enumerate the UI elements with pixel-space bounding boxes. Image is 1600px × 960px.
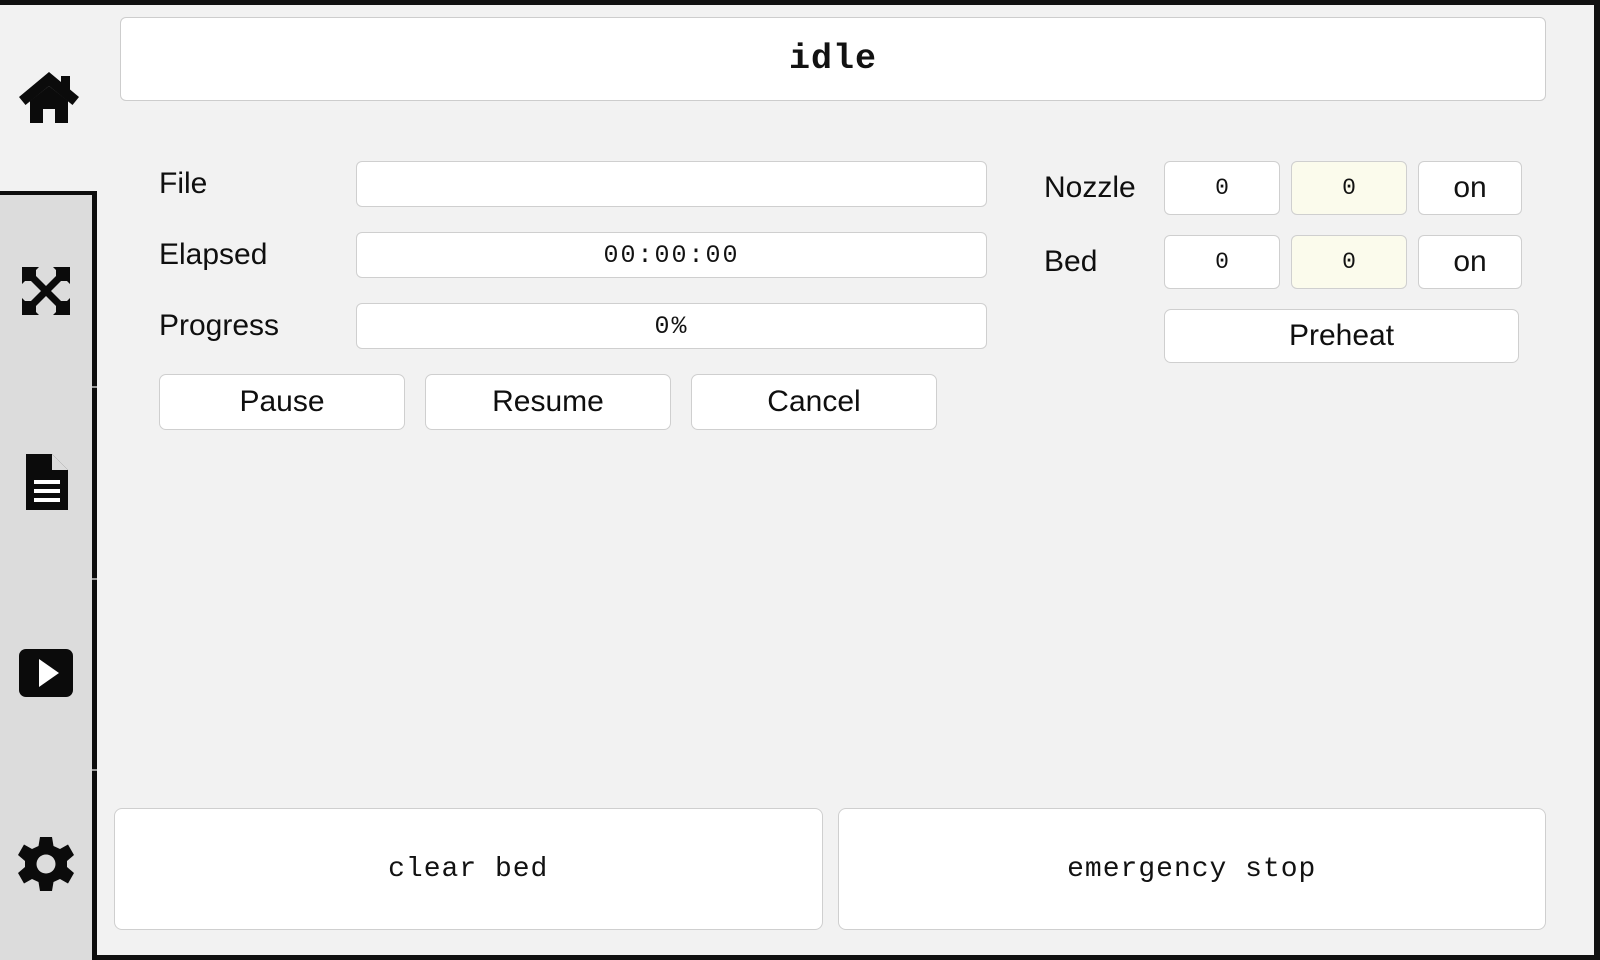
- elapsed-field: 00:00:00: [356, 232, 987, 278]
- sidebar-item-print[interactable]: [0, 577, 97, 769]
- bed-current-temp: 0: [1164, 235, 1280, 289]
- move-arrows-icon: [17, 262, 75, 320]
- sidebar-item-settings[interactable]: [0, 768, 97, 960]
- file-label: File: [159, 167, 208, 200]
- temperature-block: Nozzle 0 0 on Bed 0 0 on Preheat: [1044, 161, 1546, 363]
- clear-bed-button[interactable]: clear bed: [114, 808, 823, 930]
- bed-target-temp[interactable]: 0: [1291, 235, 1407, 289]
- job-control-buttons: Pause Resume Cancel: [159, 374, 987, 430]
- cancel-button[interactable]: Cancel: [691, 374, 937, 430]
- main-content: idle File Elapsed 00:00:00 Progress 0% P…: [97, 5, 1594, 955]
- file-field[interactable]: [356, 161, 987, 207]
- job-row-elapsed: Elapsed 00:00:00: [159, 232, 987, 278]
- sidebar-item-move[interactable]: [0, 195, 92, 386]
- nozzle-current-temp: 0: [1164, 161, 1280, 215]
- nozzle-heater-toggle[interactable]: on: [1418, 161, 1522, 215]
- job-row-progress: Progress 0%: [159, 303, 987, 349]
- status-bar: idle: [120, 17, 1546, 101]
- document-icon: [22, 452, 70, 512]
- nozzle-label: Nozzle: [1044, 171, 1136, 204]
- sidebar-lower-group: [0, 191, 97, 960]
- nozzle-target-temp[interactable]: 0: [1291, 161, 1407, 215]
- preheat-button[interactable]: Preheat: [1164, 309, 1519, 363]
- emergency-stop-button[interactable]: emergency stop: [837, 808, 1546, 930]
- temperature-row-nozzle: Nozzle 0 0 on: [1044, 161, 1546, 215]
- home-icon: [16, 68, 82, 128]
- sidebar-item-home[interactable]: [0, 5, 97, 191]
- temperature-row-bed: Bed 0 0 on: [1044, 235, 1546, 289]
- gear-icon: [17, 835, 75, 893]
- sidebar-nav: [0, 5, 97, 960]
- printer-control-window: idle File Elapsed 00:00:00 Progress 0% P…: [0, 0, 1600, 960]
- resume-button[interactable]: Resume: [425, 374, 671, 430]
- bed-heater-toggle[interactable]: on: [1418, 235, 1522, 289]
- sidebar-item-files[interactable]: [0, 386, 97, 577]
- job-info-block: File Elapsed 00:00:00 Progress 0% Pause …: [159, 161, 987, 430]
- job-row-file: File: [159, 161, 987, 207]
- status-text: idle: [788, 39, 877, 79]
- progress-label: Progress: [159, 309, 280, 342]
- progress-field: 0%: [356, 303, 987, 349]
- bed-label: Bed: [1044, 245, 1098, 278]
- bottom-action-bar: clear bed emergency stop: [114, 808, 1546, 930]
- play-icon: [17, 647, 75, 699]
- elapsed-label: Elapsed: [159, 238, 268, 271]
- pause-button[interactable]: Pause: [159, 374, 405, 430]
